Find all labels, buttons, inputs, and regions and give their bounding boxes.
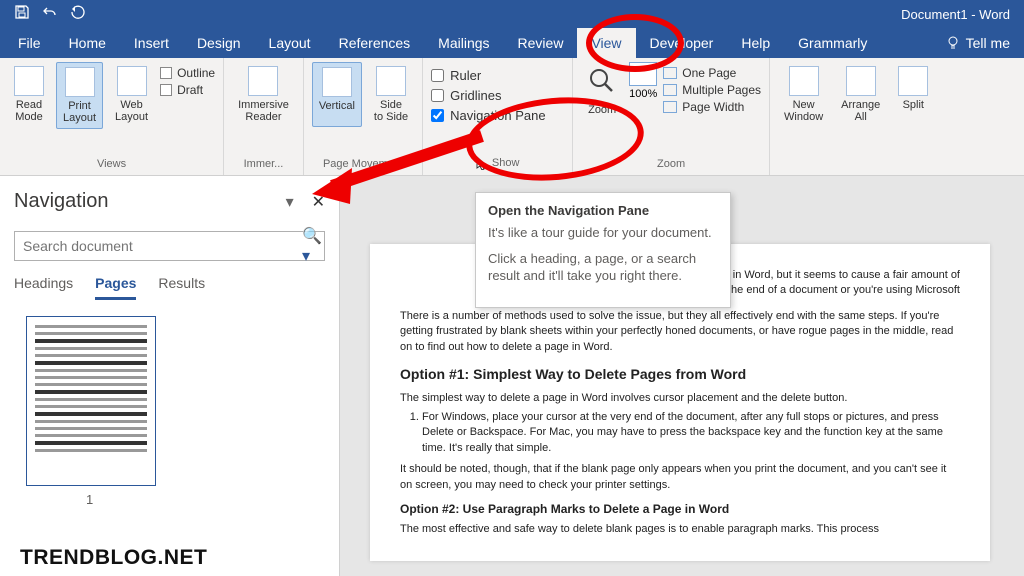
navpane-dropdown-icon[interactable]: ▾ (286, 192, 294, 212)
gridlines-checkbox[interactable]: Gridlines (431, 88, 545, 103)
quick-access-toolbar (14, 4, 86, 25)
search-icon[interactable]: 🔍▾ (302, 226, 324, 266)
tell-me[interactable]: Tell me (946, 35, 1020, 51)
tab-insert[interactable]: Insert (120, 28, 183, 58)
group-window: NewWindow ArrangeAll Split Window (770, 58, 942, 175)
group-views: ReadMode PrintLayout WebLayout Outline D… (0, 58, 224, 175)
zoom-button[interactable]: Zoom (581, 62, 623, 120)
zoom-100-button[interactable]: 100% (629, 62, 657, 100)
navtab-results[interactable]: Results (158, 275, 205, 300)
tab-design[interactable]: Design (183, 28, 255, 58)
search-box[interactable]: 🔍▾ (14, 231, 325, 261)
tab-review[interactable]: Review (504, 28, 578, 58)
tab-references[interactable]: References (325, 28, 425, 58)
ruler-checkbox[interactable]: Ruler (431, 68, 545, 83)
navpane-title: Navigation (14, 190, 109, 213)
tab-layout[interactable]: Layout (255, 28, 325, 58)
read-mode-button[interactable]: ReadMode (8, 62, 50, 129)
ribbon-tabs: File Home Insert Design Layout Reference… (0, 28, 1024, 58)
navtab-headings[interactable]: Headings (14, 275, 73, 300)
tab-developer[interactable]: Developer (636, 28, 728, 58)
undo-icon[interactable] (42, 4, 58, 25)
print-layout-button[interactable]: PrintLayout (56, 62, 103, 129)
group-zoom: Zoom 100% One Page Multiple Pages Page W… (573, 58, 770, 175)
arrange-all-button[interactable]: ArrangeAll (835, 62, 886, 127)
draft-button[interactable]: Draft (160, 83, 215, 97)
outline-button[interactable]: Outline (160, 66, 215, 80)
thumbnail-page-number: 1 (86, 492, 325, 507)
group-show: Ruler Gridlines Navigation Pane Show (423, 58, 573, 175)
group-immersive: ImmersiveReader Immer... (224, 58, 304, 175)
navigation-pane: Navigation ▾ ✕ 🔍▾ Headings Pages Results… (0, 176, 340, 576)
one-page-button[interactable]: One Page (663, 66, 761, 80)
watermark-text: TRENDBLOG.NET (20, 546, 213, 570)
navpane-close-icon[interactable]: ✕ (312, 192, 325, 212)
redo-icon[interactable] (70, 4, 86, 25)
tab-home[interactable]: Home (55, 28, 120, 58)
heading-option2: Option #2: Use Paragraph Marks to Delete… (400, 501, 960, 518)
navpane-tabs: Headings Pages Results (14, 275, 325, 300)
split-button[interactable]: Split (892, 62, 934, 127)
multiple-pages-button[interactable]: Multiple Pages (663, 83, 761, 97)
zoom-icon (587, 66, 617, 101)
tab-view[interactable]: View (577, 28, 635, 58)
search-input[interactable] (15, 238, 302, 254)
navigation-pane-tooltip: Open the Navigation Pane It's like a tou… (475, 192, 731, 308)
page-thumbnail-1[interactable] (26, 316, 156, 486)
heading-option1: Option #1: Simplest Way to Delete Pages … (400, 365, 960, 385)
page-width-button[interactable]: Page Width (663, 100, 761, 114)
bulb-icon (946, 36, 960, 50)
group-page-movement: Vertical Sideto Side Page Movement (304, 58, 423, 175)
document-title: Document1 - Word (901, 7, 1010, 22)
vertical-button[interactable]: Vertical (312, 62, 362, 127)
web-layout-button[interactable]: WebLayout (109, 62, 154, 129)
navigation-pane-checkbox[interactable]: Navigation Pane (431, 108, 545, 123)
cursor-icon (476, 156, 488, 170)
side-to-side-button[interactable]: Sideto Side (368, 62, 414, 127)
tab-mailings[interactable]: Mailings (424, 28, 503, 58)
ribbon-view: ReadMode PrintLayout WebLayout Outline D… (0, 58, 1024, 176)
immersive-reader-button[interactable]: ImmersiveReader (232, 62, 295, 127)
navtab-pages[interactable]: Pages (95, 275, 136, 300)
save-icon[interactable] (14, 4, 30, 25)
new-window-button[interactable]: NewWindow (778, 62, 829, 127)
tab-grammarly[interactable]: Grammarly (784, 28, 881, 58)
tab-file[interactable]: File (4, 28, 55, 58)
tab-help[interactable]: Help (727, 28, 784, 58)
title-bar: Document1 - Word (0, 0, 1024, 28)
